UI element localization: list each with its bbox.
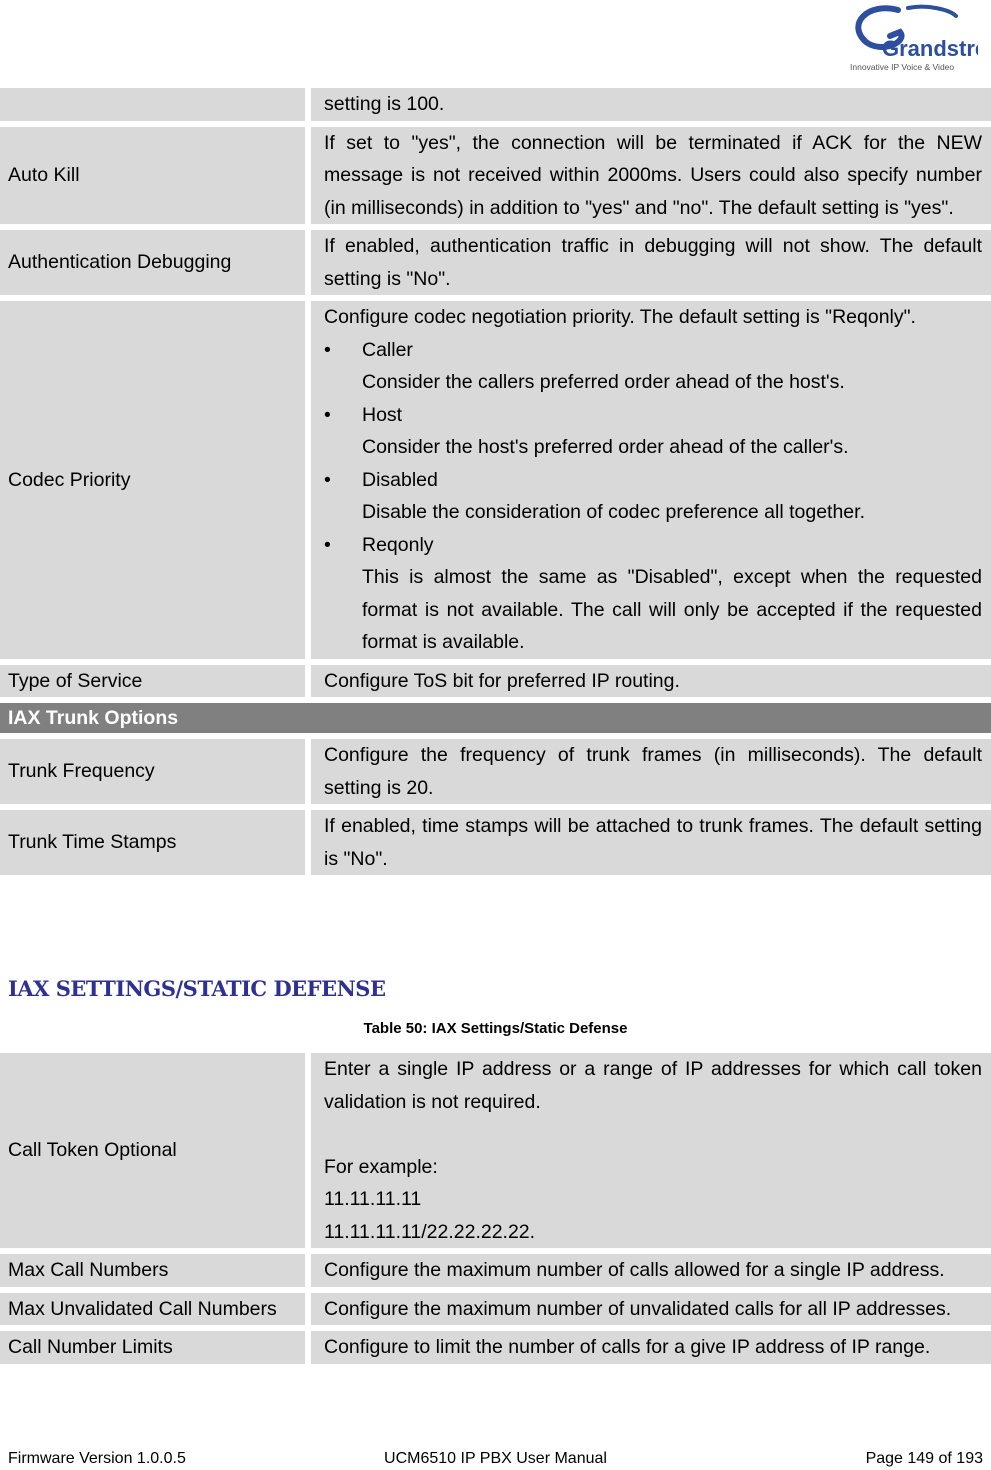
row-desc: Enter a single IP address or a range of …: [311, 1053, 991, 1254]
table-row-call-token-optional: Call Token Optional Enter a single IP ad…: [0, 1053, 991, 1254]
row-desc: If set to "yes", the connection will be …: [311, 126, 991, 230]
page-footer: Firmware Version 1.0.0.5 UCM6510 IP PBX …: [0, 1450, 991, 1470]
table-caption: Table 50: IAX Settings/Static Defense: [363, 1020, 628, 1037]
section-heading: IAX SETTINGS/STATIC DEFENSE: [8, 976, 386, 1001]
codec-options-list: • Caller Consider the callers preferred or…: [324, 334, 982, 659]
section-header-row: IAX Trunk Options: [0, 703, 991, 739]
row-desc: Configure the frequency of trunk frames …: [311, 739, 991, 810]
table-row: setting is 100.: [0, 88, 991, 127]
table-row-max-unvalidated-call-numbers: Max Unvalidated Call Numbers Configure t…: [0, 1292, 991, 1331]
bullet-icon: •: [324, 533, 331, 556]
row-label: Call Token Optional: [0, 1053, 311, 1254]
table-row-authentication-debugging: Authentication Debugging If enabled, aut…: [0, 230, 991, 301]
iax-static-defense-table: Call Token Optional Enter a single IP ad…: [0, 1053, 991, 1370]
row-desc: Configure the maximum number of unvalida…: [311, 1292, 991, 1331]
row-desc: If enabled, authentication traffic in de…: [311, 230, 991, 301]
row-label: Type of Service: [0, 664, 311, 703]
option-desc: This is almost the same as "Disabled", e…: [362, 566, 982, 653]
row-label: Auto Kill: [0, 126, 311, 230]
section-header: IAX Trunk Options: [0, 703, 991, 739]
logo-graphic: Grandstream Innovative IP Voice & Video: [850, 4, 978, 72]
row-label: Codec Priority: [0, 301, 311, 665]
example-value: 11.11.11.11/22.22.22.22.: [324, 1220, 536, 1243]
row-desc: Configure codec negotiation priority. Th…: [311, 301, 991, 665]
list-item: • Caller Consider the callers preferred or…: [324, 334, 982, 399]
row-desc: Configure to limit the number of calls f…: [311, 1331, 991, 1370]
logo-brand: Grandstream: [882, 36, 978, 61]
row-desc: Configure ToS bit for preferred IP routi…: [311, 664, 991, 703]
option-name: Reqonly: [362, 533, 434, 556]
row-desc: If enabled, time stamps will be attached…: [311, 810, 991, 881]
list-item: • Reqonly This is almost the same as "Disa…: [324, 529, 982, 659]
option-name: Disabled: [362, 468, 438, 491]
row-label: Call Number Limits: [0, 1331, 311, 1370]
row-desc: setting is 100.: [311, 88, 991, 127]
bullet-icon: •: [324, 468, 331, 491]
option-name: Host: [362, 403, 403, 426]
table-row-trunk-time-stamps: Trunk Time Stamps If enabled, time stamp…: [0, 810, 991, 881]
logo-tagline: Innovative IP Voice & Video: [850, 62, 954, 72]
table-row-call-number-limits: Call Number Limits Configure to limit th…: [0, 1331, 991, 1370]
row-label: Trunk Frequency: [0, 739, 311, 810]
table-row-auto-kill: Auto Kill If set to "yes", the connectio…: [0, 126, 991, 230]
example-label: For example:: [324, 1155, 438, 1178]
example-value: 11.11.11.11: [324, 1188, 422, 1210]
table-row-max-call-numbers: Max Call Numbers Configure the maximum n…: [0, 1254, 991, 1293]
option-desc: Consider the callers preferred order ahe…: [362, 371, 845, 393]
table-row-trunk-frequency: Trunk Frequency Configure the frequency …: [0, 739, 991, 810]
bullet-icon: •: [324, 403, 331, 426]
grandstream-logo: Grandstream Innovative IP Voice & Video: [838, 2, 978, 76]
row-label: Max Unvalidated Call Numbers: [0, 1292, 311, 1331]
table-row-type-of-service: Type of Service Configure ToS bit for pr…: [0, 664, 991, 703]
footer-manual-title: UCM6510 IP PBX User Manual: [384, 1450, 607, 1467]
row-label: Max Call Numbers: [0, 1254, 311, 1293]
bullet-icon: •: [324, 338, 331, 361]
call-token-desc: Enter a single IP address or a range of …: [324, 1058, 982, 1113]
option-desc: Consider the host's preferred order ahea…: [362, 436, 849, 458]
option-desc: Disable the consideration of codec prefe…: [362, 501, 865, 523]
table-row-codec-priority: Codec Priority Configure codec negotiati…: [0, 301, 991, 665]
option-name: Caller: [362, 338, 413, 361]
list-item: • Disabled Disable the consideration of co…: [324, 464, 982, 529]
row-label: Authentication Debugging: [0, 230, 311, 301]
footer-page-number: Page 149 of 193: [865, 1450, 983, 1467]
row-label: [0, 88, 311, 127]
row-desc: Configure the maximum number of calls al…: [311, 1254, 991, 1293]
row-label: Trunk Time Stamps: [0, 810, 311, 881]
iax-settings-table-continued: setting is 100. Auto Kill If set to "yes…: [0, 88, 991, 881]
list-item: • Host Consider the host's preferred order…: [324, 399, 982, 464]
codec-intro: Configure codec negotiation priority. Th…: [324, 306, 916, 328]
